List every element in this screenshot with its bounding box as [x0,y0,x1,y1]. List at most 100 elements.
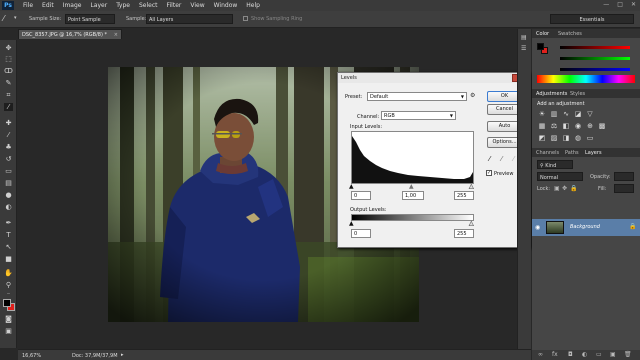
shape-tool-icon[interactable]: ■ [4,255,13,263]
channel-select[interactable]: RGB ▼ [381,111,456,120]
opacity-field[interactable] [614,172,634,181]
lock-all-icon[interactable]: 🔒 [570,185,577,192]
link-layers-icon[interactable]: ∞ [538,351,543,358]
move-tool-icon[interactable]: ✥ [4,44,13,52]
panel-foreground-swatch[interactable] [537,43,544,50]
status-arrow-icon[interactable]: ▸ [121,352,124,358]
channel-mixer-icon[interactable]: ⊕ [586,122,594,130]
lock-position-icon[interactable]: ✥ [562,185,567,192]
close-window-button[interactable]: ✕ [631,1,636,8]
posterize-icon[interactable]: ▨ [550,134,558,142]
new-layer-icon[interactable]: ▣ [610,351,616,358]
color-spectrum[interactable] [537,75,635,83]
levels-adjustment-icon[interactable]: ▥ [550,110,558,118]
curves-icon[interactable]: ∿ [562,110,570,118]
healing-brush-tool-icon[interactable]: ✚ [4,119,13,127]
tab-styles[interactable]: Styles [570,91,585,97]
preset-select[interactable]: Default ▼ [367,92,467,101]
menu-view[interactable]: View [190,2,204,9]
more-tools-icon[interactable]: ··· [4,290,13,298]
path-select-tool-icon[interactable]: ↖ [4,243,13,251]
layer-style-icon[interactable]: fx [552,351,558,358]
hand-tool-icon[interactable]: ✋ [4,269,13,277]
white-eyedropper-icon[interactable]: ⁄ [513,155,514,163]
vibrance-icon[interactable]: ▽ [586,110,594,118]
tab-channels[interactable]: Channels [536,150,559,156]
minimize-button[interactable]: — [603,1,609,8]
gamma-input-slider[interactable]: ▲ [409,183,414,190]
history-brush-tool-icon[interactable]: ↺ [4,155,13,163]
black-output-slider[interactable]: ▲ [349,220,354,227]
blur-tool-icon[interactable]: ● [4,191,13,199]
output-black-field[interactable]: 0 [351,229,371,238]
input-black-field[interactable]: 0 [351,191,371,200]
sample-select[interactable]: All Layers [146,14,233,24]
white-output-slider[interactable]: ▲ [469,220,474,228]
screen-mode-icon[interactable]: ▣ [4,327,13,335]
menu-help[interactable]: Help [246,2,260,9]
layer-mask-icon[interactable]: ◘ [568,351,573,358]
visibility-eye-icon[interactable]: ◉ [535,224,540,231]
black-input-slider[interactable]: ▲ [349,183,354,190]
color-lookup-icon[interactable]: ▩ [598,122,606,130]
properties-panel-icon[interactable]: ☰ [521,45,526,52]
quick-select-tool-icon[interactable]: ✎ [4,79,13,87]
levels-dialog-title[interactable]: Levels [338,73,529,83]
hue-saturation-icon[interactable]: ▦ [538,122,546,130]
tab-swatches[interactable]: Swatches [558,31,582,37]
layer-kind-filter[interactable]: ⚲ Kind [537,160,573,169]
workspace-select[interactable]: Essentials [550,14,634,24]
white-input-slider[interactable]: ▲ [469,183,474,191]
tool-preset-chevron-icon[interactable]: ▾ [14,15,17,21]
brush-tool-icon[interactable]: ⁄ [4,131,13,139]
red-slider[interactable] [560,46,630,49]
menu-edit[interactable]: Edit [42,2,54,9]
preview-checkbox[interactable]: ✓ [486,170,492,176]
show-ring-checkbox[interactable] [243,16,248,21]
tab-paths[interactable]: Paths [565,150,579,156]
black-eyedropper-icon[interactable]: ⁄ [489,155,490,163]
menu-type[interactable]: Type [116,2,130,9]
photo-filter-icon[interactable]: ◉ [574,122,582,130]
eraser-tool-icon[interactable]: ▭ [4,167,13,175]
threshold-icon[interactable]: ◨ [562,134,570,142]
adjustment-layer-icon[interactable]: ◐ [582,351,587,358]
brightness-contrast-icon[interactable]: ☀ [538,110,546,118]
sample-size-select[interactable]: Point Sample [65,14,115,24]
history-panel-icon[interactable]: ▤ [521,34,527,41]
crop-tool-icon[interactable]: ⌗ [4,91,13,99]
exposure-icon[interactable]: ◪ [574,110,582,118]
tab-layers[interactable]: Layers [585,150,602,156]
quick-mask-icon[interactable]: ◙ [4,315,13,323]
tab-adjustments[interactable]: Adjustments [536,91,567,97]
menu-layer[interactable]: Layer [90,2,107,9]
maximize-button[interactable]: □ [617,1,623,8]
menu-select[interactable]: Select [139,2,158,9]
zoom-tool-icon[interactable]: ⚲ [4,281,13,289]
fill-field[interactable] [614,184,634,193]
output-white-field[interactable]: 255 [454,229,474,238]
green-slider[interactable] [560,57,630,60]
lasso-tool-icon[interactable]: ↀ [4,67,13,75]
menu-image[interactable]: Image [63,2,82,9]
selective-color-icon[interactable]: ◍ [574,134,582,142]
foreground-color-swatch[interactable] [3,299,11,307]
type-tool-icon[interactable]: T [4,231,13,239]
preset-options-icon[interactable]: ⚙ [470,92,475,99]
lock-pixels-icon[interactable]: ▣ [554,185,560,192]
dodge-tool-icon[interactable]: ◐ [4,203,13,211]
eyedropper-tool-icon[interactable]: ⁄ [4,103,13,111]
input-gamma-field[interactable]: 1,00 [402,191,424,200]
close-tab-icon[interactable]: × [114,32,118,38]
pen-tool-icon[interactable]: ✒ [4,219,13,227]
delete-layer-icon[interactable]: 🗑 [624,351,632,358]
invert-icon[interactable]: ◩ [538,134,546,142]
gradient-map-icon[interactable]: ▭ [586,134,594,142]
clone-stamp-tool-icon[interactable]: ♣ [4,143,13,151]
eyedropper-tool-icon[interactable]: ⁄ [3,14,4,23]
color-balance-icon[interactable]: ⚖ [550,122,558,130]
tab-color[interactable]: Color [536,31,549,37]
input-white-field[interactable]: 255 [454,191,474,200]
marquee-tool-icon[interactable]: ⬚ [4,55,13,63]
black-white-icon[interactable]: ◧ [562,122,570,130]
